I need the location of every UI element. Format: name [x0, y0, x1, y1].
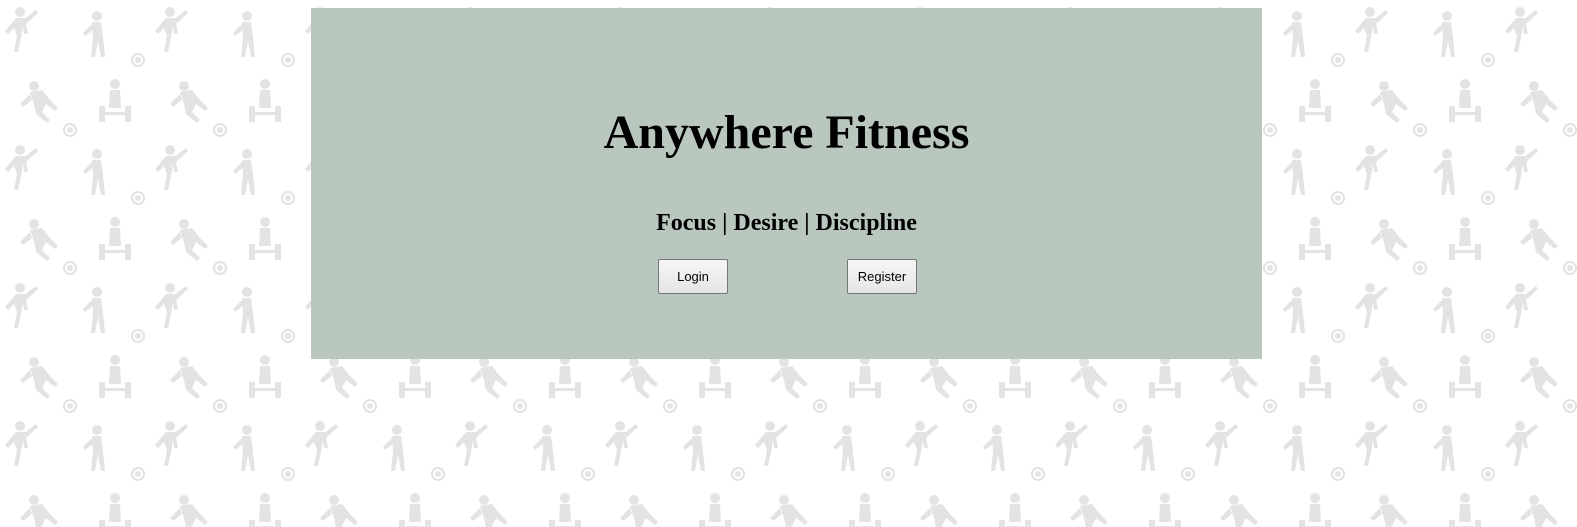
hero-card: Anywhere Fitness Focus | Desire | Discip… — [311, 8, 1262, 359]
app-title: Anywhere Fitness — [603, 106, 970, 159]
register-button[interactable]: Register — [847, 259, 917, 294]
login-button[interactable]: Login — [658, 259, 728, 294]
app-tagline: Focus | Desire | Discipline — [656, 210, 917, 236]
